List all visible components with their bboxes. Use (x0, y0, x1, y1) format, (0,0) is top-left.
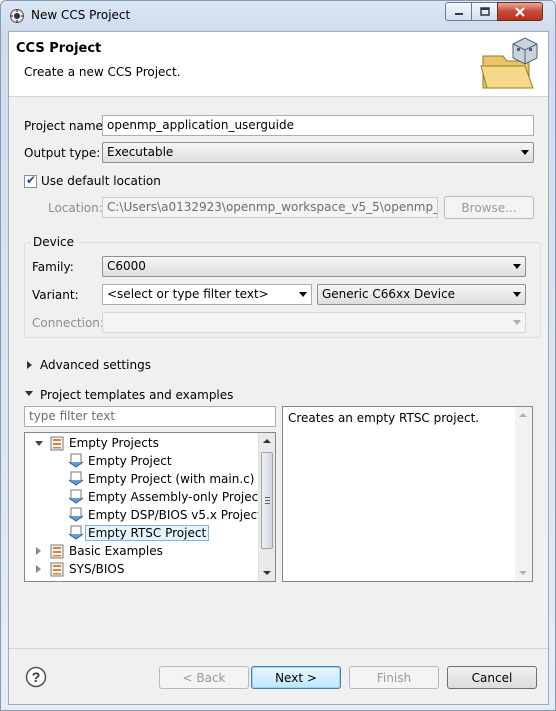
tree-item-empty-project-main-c[interactable]: Empty Project (with main.c) (25, 470, 257, 488)
dialog-content: CCS Project Create a new CCS Project. Pr… (8, 31, 549, 705)
connection-label: Connection: (32, 316, 104, 330)
scroll-down-icon[interactable] (263, 571, 271, 575)
template-description: Creates an empty RTSC project. (288, 411, 480, 425)
tree-item-empty-projects[interactable]: Empty Projects (25, 434, 257, 452)
project-name-label: Project name: (24, 119, 107, 133)
template-tree[interactable]: Empty Projects Empty Project Empty Proje… (24, 432, 276, 582)
variant-filter-text: <select or type filter text> (107, 287, 269, 301)
scroll-down-icon[interactable] (519, 571, 527, 575)
eclipse-app-icon (10, 9, 24, 23)
dialog-window: New CCS Project CCS Project Create a new… (0, 0, 556, 711)
connection-select[interactable] (102, 312, 526, 333)
title-bar[interactable]: New CCS Project (1, 1, 555, 31)
template-description-panel: Creates an empty RTSC project. (282, 406, 533, 582)
expand-arrow-icon[interactable] (36, 547, 41, 555)
description-scrollbar[interactable] (515, 407, 532, 581)
tree-item-basic-examples[interactable]: Basic Examples (25, 542, 257, 560)
tree-item-label: Empty Project (with main.c) (88, 472, 255, 486)
advanced-settings-toggle[interactable]: Advanced settings (40, 358, 151, 372)
browse-button[interactable]: Browse... (444, 196, 534, 219)
project-wizard-icon (480, 37, 538, 89)
tree-item-empty-assembly-project[interactable]: Empty Assembly-only Project (25, 488, 263, 506)
tree-item-label: Empty Assembly-only Project (88, 490, 263, 504)
finish-button[interactable]: Finish (349, 666, 439, 689)
tree-item-empty-dspbios-project[interactable]: Empty DSP/BIOS v5.x Project (25, 506, 262, 524)
cancel-button[interactable]: Cancel (447, 666, 537, 689)
folder-icon (50, 544, 64, 559)
scroll-up-icon[interactable] (263, 439, 271, 443)
project-template-icon (68, 453, 84, 468)
tree-item-label: SYS/BIOS (69, 562, 125, 576)
chevron-down-icon (513, 320, 521, 325)
wizard-header: CCS Project Create a new CCS Project. (9, 32, 548, 97)
footer-divider (9, 648, 548, 649)
minimize-button[interactable] (445, 2, 472, 21)
project-template-icon (68, 489, 84, 504)
svg-text:?: ? (32, 669, 41, 685)
variant-label: Variant: (32, 288, 79, 302)
template-filter-input[interactable]: type filter text (24, 406, 276, 427)
tree-item-label: Empty RTSC Project (84, 525, 210, 541)
project-template-icon (68, 507, 84, 522)
tree-item-label: Empty Project (88, 454, 172, 468)
chevron-down-icon (299, 292, 307, 297)
location-label: Location: (48, 201, 103, 215)
family-label: Family: (32, 260, 74, 274)
grip-icon (265, 497, 270, 504)
window-title: New CCS Project (31, 8, 131, 22)
chevron-down-icon (521, 150, 529, 155)
folder-icon (50, 436, 64, 451)
page-description: Create a new CCS Project. (24, 65, 181, 79)
collapse-arrow-icon[interactable] (35, 441, 43, 446)
family-select[interactable]: C6000 (102, 256, 526, 277)
back-button[interactable]: < Back (159, 666, 249, 689)
close-button[interactable] (497, 2, 543, 21)
project-template-icon (68, 471, 84, 486)
close-icon (515, 6, 525, 17)
default-location-checkbox[interactable]: ✔ (24, 173, 37, 188)
maximize-icon (479, 6, 490, 16)
tree-item-sys-bios[interactable]: SYS/BIOS (25, 560, 257, 578)
tree-scrollbar[interactable] (258, 433, 275, 581)
chevron-down-icon (513, 292, 521, 297)
output-type-label: Output type: (24, 146, 101, 160)
collapse-arrow-icon[interactable] (25, 391, 33, 396)
tree-item-empty-project[interactable]: Empty Project (25, 452, 257, 470)
scroll-thumb[interactable] (261, 452, 273, 549)
project-name-input[interactable]: openmp_application_userguide (102, 115, 534, 136)
output-type-select[interactable]: Executable (102, 142, 534, 163)
tree-item-label: Basic Examples (69, 544, 163, 558)
default-location-label: Use default location (41, 174, 161, 188)
variant-value: Generic C66xx Device (322, 287, 456, 301)
family-value: C6000 (107, 259, 146, 273)
variant-select[interactable]: Generic C66xx Device (317, 284, 526, 305)
device-group-title: Device (30, 235, 78, 249)
tree-item-empty-rtsc-project[interactable]: Empty RTSC Project (25, 524, 257, 542)
expand-arrow-icon[interactable] (27, 361, 32, 369)
folder-icon (50, 562, 64, 577)
variant-filter-combo[interactable]: <select or type filter text> (102, 284, 312, 305)
tree-item-label: Empty DSP/BIOS v5.x Project (88, 508, 262, 522)
location-input[interactable]: C:\Users\a0132923\openmp_workspace_v5_5\… (102, 197, 438, 218)
maximize-button[interactable] (471, 2, 498, 21)
tree-item-label: Empty Projects (69, 436, 159, 450)
output-type-value: Executable (107, 145, 174, 159)
checkmark-icon: ✔ (26, 173, 37, 187)
help-icon[interactable]: ? (25, 666, 47, 688)
expand-arrow-icon[interactable] (36, 565, 41, 573)
project-template-icon (68, 525, 84, 540)
minimize-icon (454, 12, 463, 15)
next-button[interactable]: Next > (251, 666, 341, 689)
chevron-down-icon (513, 264, 521, 269)
scroll-up-icon[interactable] (519, 413, 527, 417)
templates-section-toggle[interactable]: Project templates and examples (40, 388, 233, 402)
page-title: CCS Project (16, 41, 102, 56)
